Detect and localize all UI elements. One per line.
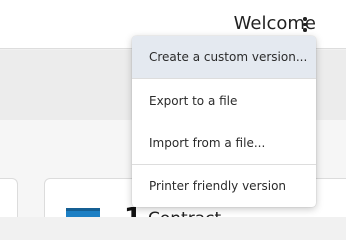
menu-item-import-from-file[interactable]: Import from a file... xyxy=(132,122,316,164)
menu-divider xyxy=(132,164,316,165)
menu-divider xyxy=(132,78,316,79)
kebab-dot xyxy=(303,22,307,26)
dashboard-card-partial[interactable] xyxy=(0,178,18,217)
kebab-dot xyxy=(303,28,307,32)
menu-item-create-custom-version[interactable]: Create a custom version... xyxy=(132,36,316,78)
contract-icon xyxy=(66,208,100,217)
kebab-dot xyxy=(303,17,307,21)
app-window: Welcome 1 Contract Create a custom versi… xyxy=(0,0,346,217)
dropdown-menu: Create a custom version... Export to a f… xyxy=(132,36,316,207)
menu-item-export-to-file[interactable]: Export to a file xyxy=(132,80,316,122)
kebab-menu-icon[interactable] xyxy=(302,17,308,33)
contract-label: Contract xyxy=(148,207,221,217)
menu-item-printer-friendly-version[interactable]: Printer friendly version xyxy=(132,166,316,207)
